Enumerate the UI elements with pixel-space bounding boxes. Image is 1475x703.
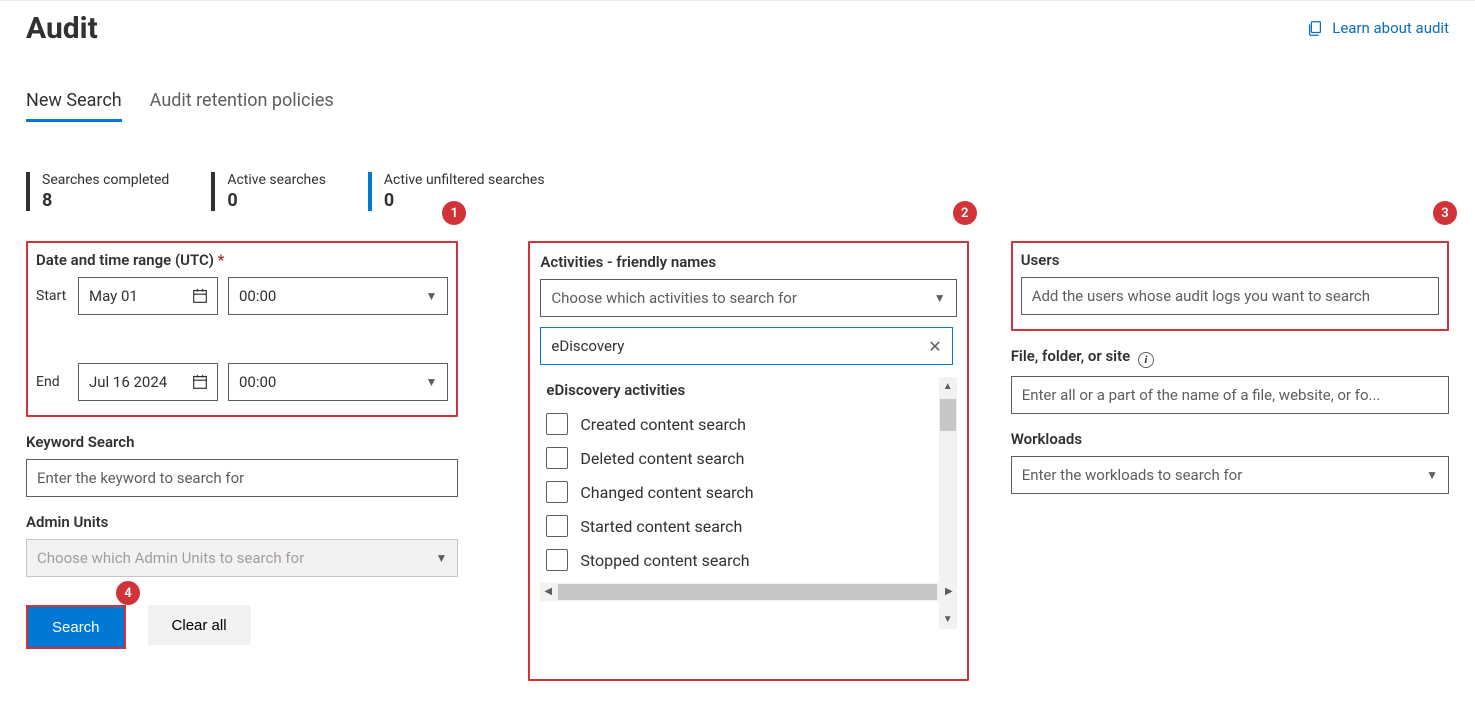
- date-range-label: Date and time range (UTC) *: [36, 251, 448, 269]
- activity-item-label: Created content search: [580, 415, 746, 434]
- file-label: File, folder, or site i: [1011, 347, 1449, 368]
- end-date-input[interactable]: Jul 16 2024: [78, 363, 218, 401]
- stat-label: Searches completed: [42, 172, 169, 188]
- scrollbar-thumb[interactable]: [558, 584, 936, 600]
- end-label: End: [36, 374, 78, 390]
- keyword-label: Keyword Search: [26, 433, 458, 451]
- callout-badge-4: 4: [116, 581, 140, 605]
- activity-item[interactable]: Deleted content search: [540, 441, 938, 475]
- docs-icon: [1306, 19, 1324, 37]
- activity-item-label: Deleted content search: [580, 449, 744, 468]
- file-input[interactable]: Enter all or a part of the name of a fil…: [1011, 376, 1449, 414]
- required-asterisk: *: [218, 251, 225, 269]
- activity-item[interactable]: Started content search: [540, 509, 938, 543]
- start-time-input[interactable]: 00:00 ▼: [228, 277, 448, 315]
- chevron-down-icon: ▼: [1426, 468, 1438, 482]
- callout-badge-1: 1: [442, 201, 466, 225]
- checkbox[interactable]: [546, 413, 568, 435]
- stat-value: 0: [227, 190, 326, 211]
- admin-units-select[interactable]: Choose which Admin Units to search for ▼: [26, 539, 458, 577]
- chevron-down-icon: ▼: [426, 375, 438, 389]
- activities-dropdown[interactable]: Choose which activities to search for ▼: [540, 279, 956, 317]
- activities-filter-input[interactable]: eDiscovery ✕: [540, 327, 952, 365]
- scroll-left-icon[interactable]: ◀: [544, 586, 552, 597]
- search-button[interactable]: Search: [28, 607, 124, 647]
- stat-active-searches: Active searches 0: [211, 172, 326, 211]
- end-time-input[interactable]: 00:00 ▼: [228, 363, 448, 401]
- chevron-down-icon: ▼: [426, 289, 438, 303]
- keyword-input[interactable]: Enter the keyword to search for: [26, 459, 458, 497]
- workloads-label: Workloads: [1011, 430, 1449, 448]
- tab-new-search[interactable]: New Search: [26, 90, 122, 122]
- calendar-icon: [191, 373, 209, 391]
- tabs: New Search Audit retention policies: [26, 90, 1449, 122]
- activity-item-label: Stopped content search: [580, 551, 749, 570]
- stat-searches-completed: Searches completed 8: [26, 172, 169, 211]
- tab-retention-policies[interactable]: Audit retention policies: [150, 90, 334, 122]
- users-input[interactable]: Add the users whose audit logs you want …: [1021, 277, 1439, 315]
- page-title: Audit: [26, 9, 98, 46]
- learn-about-audit-link[interactable]: Learn about audit: [1306, 19, 1449, 37]
- activity-item[interactable]: Changed content search: [540, 475, 938, 509]
- activities-label: Activities - friendly names: [540, 253, 956, 271]
- stat-label: Active unfiltered searches: [384, 172, 545, 188]
- horizontal-scrollbar[interactable]: ◀ ▶: [540, 583, 956, 601]
- stat-value: 8: [42, 190, 169, 211]
- activity-item-label: Started content search: [580, 517, 742, 536]
- clear-filter-icon[interactable]: ✕: [928, 337, 941, 356]
- chevron-down-icon: ▼: [934, 291, 946, 305]
- checkbox[interactable]: [546, 481, 568, 503]
- users-label: Users: [1021, 251, 1439, 269]
- scroll-right-icon[interactable]: ▶: [945, 586, 953, 597]
- info-icon[interactable]: i: [1138, 352, 1154, 368]
- callout-badge-2: 2: [953, 201, 977, 225]
- start-date-input[interactable]: May 01: [78, 277, 218, 315]
- chevron-down-icon: ▼: [436, 551, 448, 565]
- scroll-up-icon[interactable]: ▲: [943, 381, 953, 392]
- activities-category: eDiscovery activities: [540, 377, 938, 407]
- checkbox[interactable]: [546, 515, 568, 537]
- start-label: Start: [36, 288, 78, 304]
- activity-item[interactable]: Stopped content search: [540, 543, 938, 577]
- admin-units-label: Admin Units: [26, 513, 458, 531]
- learn-about-audit-label: Learn about audit: [1332, 19, 1449, 37]
- scrollbar-thumb[interactable]: [940, 399, 956, 431]
- activity-item[interactable]: Created content search: [540, 407, 938, 441]
- calendar-icon: [191, 287, 209, 305]
- workloads-select[interactable]: Enter the workloads to search for ▼: [1011, 456, 1449, 494]
- checkbox[interactable]: [546, 549, 568, 571]
- activity-item-label: Changed content search: [580, 483, 753, 502]
- clear-all-button[interactable]: Clear all: [148, 605, 251, 645]
- callout-badge-3: 3: [1433, 201, 1457, 225]
- checkbox[interactable]: [546, 447, 568, 469]
- scroll-down-icon[interactable]: ▼: [943, 614, 953, 625]
- stat-label: Active searches: [227, 172, 326, 188]
